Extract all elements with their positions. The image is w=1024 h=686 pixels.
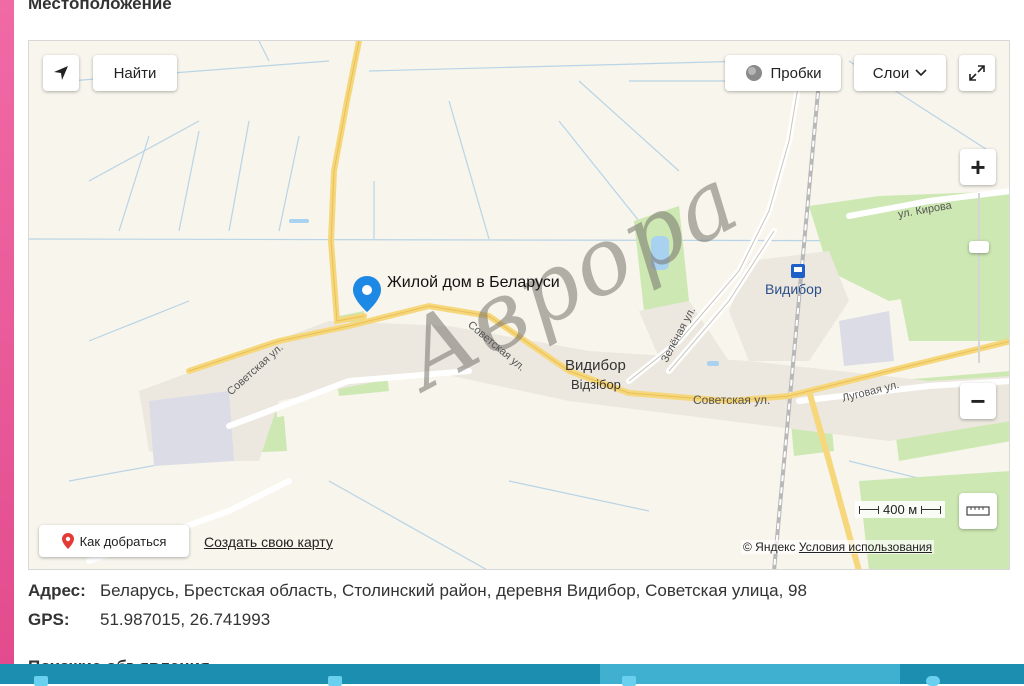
find-button-label: Найти (113, 64, 157, 82)
layers-button-label: Слои (872, 64, 910, 82)
terms-link[interactable]: Условия использования (799, 540, 932, 554)
taskbar-window-icon[interactable] (622, 676, 636, 686)
village-label-be: Відзібор (571, 377, 621, 392)
map-copyright: © Яндекс Условия использования (741, 540, 935, 554)
navigation-arrow-icon (54, 66, 68, 80)
layers-button[interactable]: Слои (854, 55, 946, 91)
create-map-link[interactable]: Создать свою карту (204, 534, 333, 550)
route-button-label: Как добраться (79, 533, 167, 549)
scale-bar-left (859, 505, 879, 514)
traffic-light-icon (745, 65, 762, 81)
zoom-slider-track (978, 193, 980, 363)
gps-value: 51.987015, 26.741993 (100, 610, 271, 629)
taskbar-round-icon[interactable] (926, 676, 940, 686)
ruler-icon (966, 506, 990, 516)
taskbar[interactable] (0, 664, 1024, 686)
address-label: Адрес: (28, 581, 86, 600)
taskbar-active-item[interactable] (600, 664, 900, 684)
zoom-out-button[interactable]: − (960, 383, 996, 419)
fullscreen-button[interactable] (959, 55, 995, 91)
street-label-sovetskaya-3: Советская ул. (693, 393, 771, 407)
location-marker-icon[interactable] (353, 276, 381, 312)
address-value: Беларусь, Брестская область, Столинский … (100, 581, 807, 600)
zoom-slider-handle[interactable] (969, 241, 989, 253)
traffic-button[interactable]: Пробки (725, 55, 841, 91)
zoom-slider[interactable] (969, 193, 989, 363)
village-label: Видибор (565, 357, 626, 374)
scale-indicator: 400 м (855, 501, 946, 518)
address-row: Адрес: Беларусь, Брестская область, Столи… (28, 581, 807, 601)
scale-label: 400 м (883, 502, 918, 517)
copyright-text: © Яндекс (743, 540, 796, 554)
zoom-out-label: − (970, 385, 986, 416)
gps-label: GPS: (28, 610, 70, 629)
route-pin-icon (61, 533, 74, 549)
section-title: Местоположение (28, 0, 172, 13)
gps-row: GPS: 51.987015, 26.741993 (28, 610, 270, 630)
scale-bar-right (921, 505, 942, 514)
route-button[interactable]: Как добраться (39, 525, 189, 557)
zoom-in-label: + (970, 151, 986, 182)
geolocation-button[interactable] (43, 55, 79, 91)
taskbar-file-icon[interactable] (328, 676, 342, 686)
zoom-in-button[interactable]: + (960, 149, 996, 185)
find-button[interactable]: Найти (93, 55, 177, 91)
expand-icon (969, 65, 985, 81)
ruler-button[interactable] (959, 493, 997, 529)
taskbar-app-icon[interactable] (34, 676, 48, 686)
traffic-button-label: Пробки (770, 64, 822, 82)
station-label: Видибор (765, 281, 822, 297)
page-edge-strip (0, 0, 14, 684)
map-widget[interactable]: Аврора Найти Пробки Слои + − Жилой дом в… (28, 40, 1010, 570)
marker-label: Жилой дом в Беларуси (387, 274, 560, 291)
chevron-down-icon (915, 69, 927, 77)
